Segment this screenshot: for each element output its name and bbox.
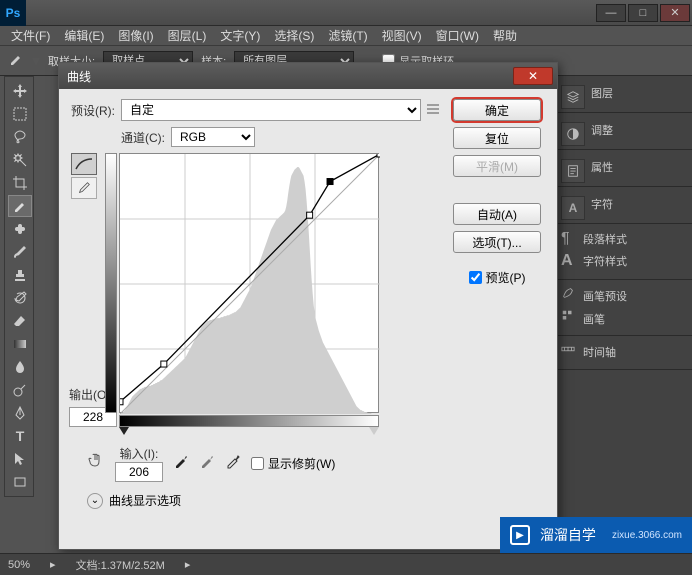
close-window-button[interactable]: ✕ — [660, 4, 690, 22]
curve-pencil-tool[interactable] — [71, 177, 97, 199]
chevron-right-icon[interactable]: ▸ — [185, 558, 191, 571]
wand-tool[interactable] — [8, 149, 32, 171]
window-titlebar: Ps — □ ✕ — [0, 0, 692, 26]
brush-panel-label[interactable]: 画笔 — [583, 311, 605, 327]
curve-svg[interactable] — [120, 154, 380, 414]
menu-window[interactable]: 窗口(W) — [429, 25, 486, 46]
preset-select[interactable]: 自定 — [121, 99, 421, 121]
pen-tool[interactable] — [8, 402, 32, 424]
timeline-label[interactable]: 时间轴 — [583, 344, 616, 360]
blur-tool[interactable] — [8, 356, 32, 378]
show-clipping[interactable]: 显示修剪(W) — [251, 455, 335, 472]
dialog-titlebar[interactable]: 曲线 ✕ — [59, 63, 557, 89]
black-point-slider[interactable] — [119, 427, 129, 435]
reset-button[interactable]: 复位 — [453, 127, 541, 149]
target-adjust-icon[interactable] — [87, 452, 105, 475]
eyedropper-icon — [8, 51, 24, 70]
window-controls: — □ ✕ — [596, 4, 692, 22]
toolbox: T — [4, 76, 34, 497]
maximize-button[interactable]: □ — [628, 4, 658, 22]
dialog-close-button[interactable]: ✕ — [513, 67, 553, 85]
menu-view[interactable]: 视图(V) — [375, 25, 429, 46]
channel-select[interactable]: RGB — [171, 127, 255, 147]
smooth-button[interactable]: 平滑(M) — [453, 155, 541, 177]
white-dropper-icon[interactable] — [225, 454, 241, 473]
brush-preset-label[interactable]: 画笔预设 — [583, 288, 627, 304]
minimize-button[interactable]: — — [596, 4, 626, 22]
adjust-panel-icon[interactable] — [561, 122, 585, 146]
menu-bar: 文件(F) 编辑(E) 图像(I) 图层(L) 文字(Y) 选择(S) 滤镜(T… — [0, 26, 692, 46]
preset-menu-icon[interactable] — [427, 103, 439, 117]
auto-button[interactable]: 自动(A) — [453, 203, 541, 225]
path-select-tool[interactable] — [8, 448, 32, 470]
lasso-tool[interactable] — [8, 126, 32, 148]
brush-panel-icon — [561, 309, 577, 328]
character-style-icon: A — [561, 252, 577, 270]
eraser-tool[interactable] — [8, 310, 32, 332]
menu-select[interactable]: 选择(S) — [267, 25, 321, 46]
menu-help[interactable]: 帮助 — [486, 25, 524, 46]
gray-dropper-icon[interactable] — [199, 454, 215, 473]
menu-image[interactable]: 图像(I) — [111, 25, 160, 46]
input-label: 输入(I): — [120, 445, 159, 462]
chevron-down-icon: ⌄ — [87, 493, 103, 509]
healing-tool[interactable] — [8, 218, 32, 240]
chevron-right-icon[interactable]: ▸ — [50, 558, 56, 571]
curves-dialog: 曲线 ✕ 预设(R): 自定 通道(C): RGB — [58, 62, 558, 550]
crop-tool[interactable] — [8, 172, 32, 194]
preview-toggle[interactable]: 预览(P) — [469, 269, 526, 286]
vertical-gradient — [105, 153, 117, 413]
preview-checkbox[interactable] — [469, 271, 482, 284]
char-panel-icon[interactable]: A — [561, 196, 585, 220]
watermark-sub: zixue.3066.com — [612, 530, 682, 541]
status-bar: 50% ▸ 文档:1.37M/2.52M ▸ — [0, 553, 692, 575]
timeline-icon — [561, 342, 577, 361]
props-panel-icon[interactable] — [561, 159, 585, 183]
character-style-label[interactable]: 字符样式 — [583, 253, 627, 269]
preset-label: 预设(R): — [71, 102, 115, 119]
eyedropper-tool[interactable] — [8, 195, 32, 217]
curve-display-options[interactable]: ⌄ 曲线显示选项 — [87, 492, 439, 509]
menu-filter[interactable]: 滤镜(T) — [321, 25, 374, 46]
history-brush-tool[interactable] — [8, 287, 32, 309]
dodge-tool[interactable] — [8, 379, 32, 401]
paragraph-style-icon: ¶ — [561, 230, 577, 248]
watermark-badge: ▶ 溜溜自学 zixue.3066.com — [500, 517, 692, 553]
menu-layer[interactable]: 图层(L) — [161, 25, 214, 46]
paragraph-style-label[interactable]: 段落样式 — [583, 231, 627, 247]
doc-size: 文档:1.37M/2.52M — [76, 557, 165, 573]
stamp-tool[interactable] — [8, 264, 32, 286]
brush-preset-icon — [561, 286, 577, 305]
dialog-title: 曲线 — [63, 68, 91, 85]
show-clipping-checkbox[interactable] — [251, 457, 264, 470]
menu-edit[interactable]: 编辑(E) — [57, 25, 111, 46]
watermark-brand: 溜溜自学 — [540, 525, 596, 545]
channel-label: 通道(C): — [121, 129, 165, 146]
input-value-input[interactable] — [115, 462, 163, 482]
app-logo: Ps — [0, 0, 26, 26]
horizontal-gradient[interactable] — [119, 415, 379, 427]
menu-file[interactable]: 文件(F) — [4, 25, 57, 46]
curve-graph[interactable] — [119, 153, 379, 413]
black-dropper-icon[interactable] — [173, 454, 189, 473]
zoom-level[interactable]: 50% — [8, 559, 30, 571]
panel-dock: 图层 调整 属性 A 字符 ¶段落样式 A字符样式 画笔预设 画笔 时间轴 — [552, 76, 692, 553]
type-tool[interactable]: T — [8, 425, 32, 447]
brush-tool[interactable] — [8, 241, 32, 263]
play-icon: ▶ — [510, 525, 530, 545]
white-point-slider[interactable] — [369, 427, 379, 435]
gradient-tool[interactable] — [8, 333, 32, 355]
marquee-tool[interactable] — [8, 103, 32, 125]
menu-type[interactable]: 文字(Y) — [213, 25, 267, 46]
layers-panel-icon[interactable] — [561, 85, 585, 109]
rect-tool[interactable] — [8, 471, 32, 493]
ok-button[interactable]: 确定 — [453, 99, 541, 121]
move-tool[interactable] — [8, 80, 32, 102]
options-button[interactable]: 选项(T)... — [453, 231, 541, 253]
curve-point-tool[interactable] — [71, 153, 97, 175]
